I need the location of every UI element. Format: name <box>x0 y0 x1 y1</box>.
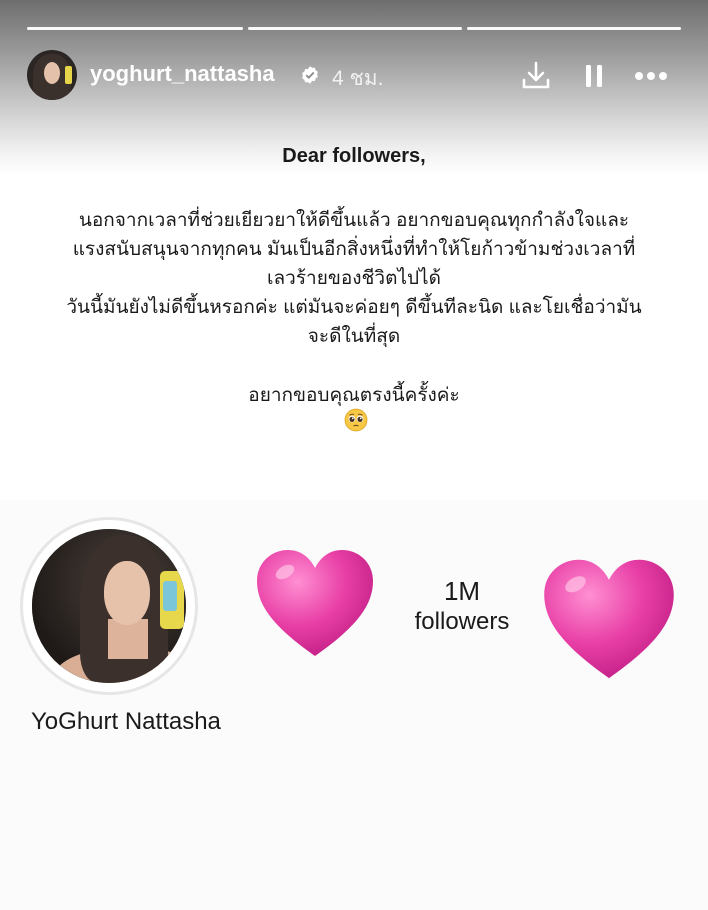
message-line: แรงสนับสนุนจากทุกคน มันเป็นอีกสิ่งหนึ่งท… <box>72 239 636 260</box>
pink-heart-icon <box>544 559 674 679</box>
pink-heart-icon <box>257 550 373 656</box>
verified-badge-icon <box>302 66 318 84</box>
story-progress-segment-1 <box>27 27 243 30</box>
more-icon <box>635 72 667 80</box>
username[interactable]: yoghurt_nattasha <box>90 61 275 87</box>
message-line: วันนี้มันยังไม่ดีขึ้นหรอกค่ะ แต่มันจะค่อ… <box>66 297 642 318</box>
download-icon <box>522 61 550 89</box>
followers-label: followers <box>414 608 510 635</box>
story-progress-segment-2 <box>248 27 462 30</box>
profile-photo <box>32 529 186 683</box>
message-line: นอกจากเวลาที่ช่วยเยียวยาให้ดีขึ้นแล้ว อย… <box>78 210 630 231</box>
story-progress-segment-3 <box>467 27 681 30</box>
pleading-face-emoji-icon <box>344 408 368 432</box>
display-name: YoGhurt Nattasha <box>31 708 221 735</box>
message-line: จะดีในที่สุด <box>307 326 401 347</box>
pause-button[interactable] <box>574 56 614 96</box>
story-timestamp: 4 ชม. <box>332 67 384 90</box>
more-options-button[interactable] <box>631 56 671 96</box>
message-greeting: Dear followers, <box>282 145 426 167</box>
message-closing: อยากขอบคุณตรงนี้ครั้งค่ะ <box>248 385 460 406</box>
instagram-story[interactable]: yoghurt_nattasha 4 ชม. Dear followers, น… <box>0 0 708 910</box>
story-header: yoghurt_nattasha 4 ชม. <box>0 48 708 104</box>
download-button[interactable] <box>516 56 556 96</box>
followers-count: 1M <box>443 576 481 606</box>
pause-icon <box>586 65 602 87</box>
avatar[interactable] <box>27 50 77 100</box>
message-line: เลวร้ายของชีวิตไปได้ <box>267 268 441 289</box>
